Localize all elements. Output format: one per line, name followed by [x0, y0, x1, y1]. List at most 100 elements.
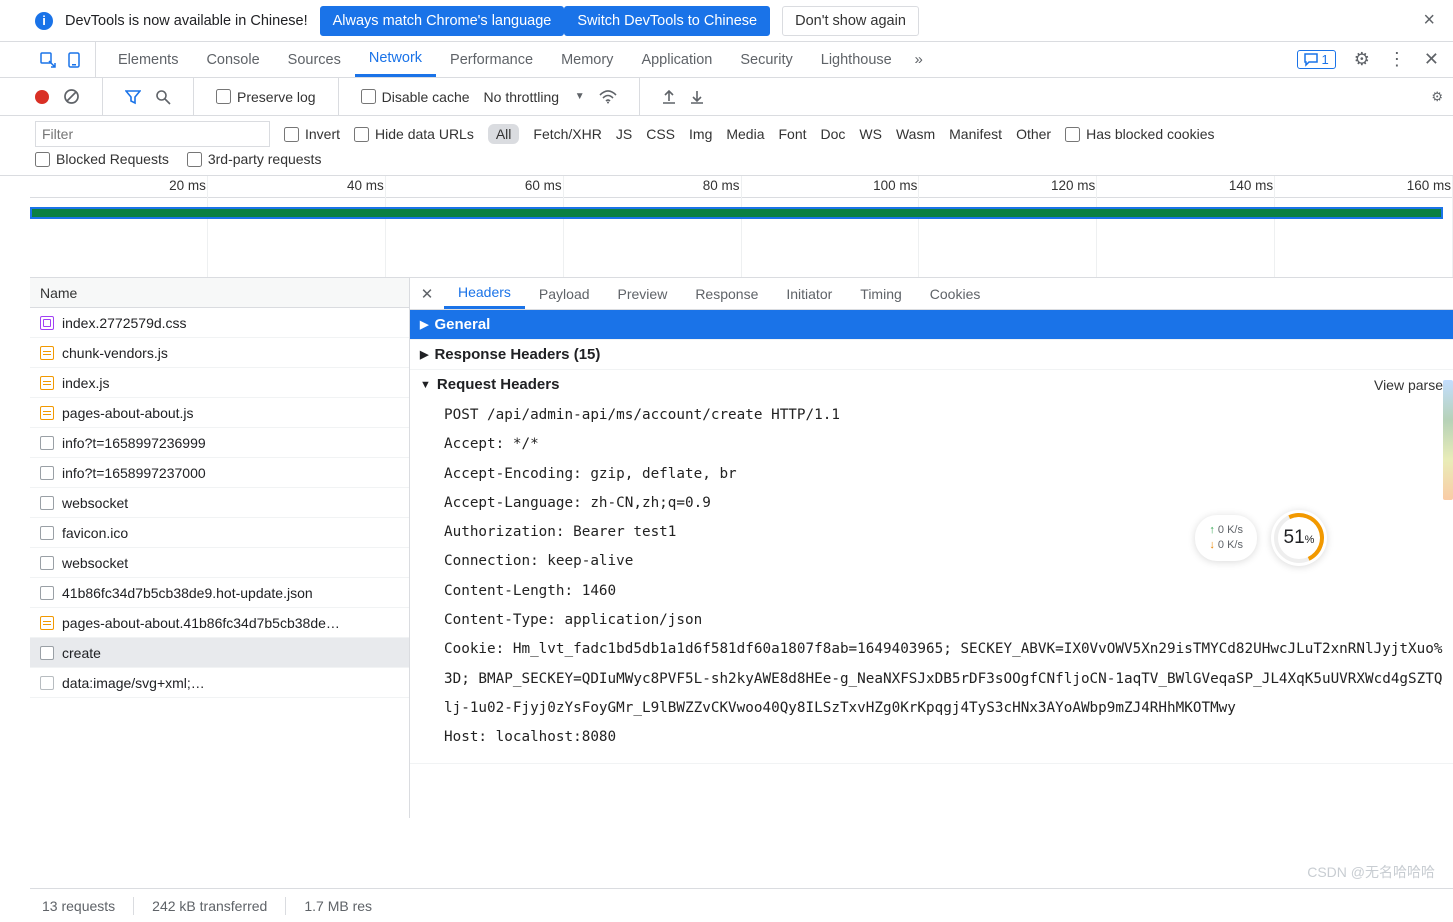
timeline-tick: 80 ms	[564, 176, 742, 197]
file-doc-icon	[40, 586, 54, 600]
device-icon[interactable]	[61, 52, 87, 68]
filter-type-ws[interactable]: WS	[859, 126, 882, 142]
speech-icon	[1304, 53, 1318, 67]
filter-input[interactable]	[35, 121, 270, 147]
filter-type-font[interactable]: Font	[779, 126, 807, 142]
close-icon[interactable]: ×	[1417, 9, 1441, 32]
filter-type-img[interactable]: Img	[689, 126, 712, 142]
filter-type-doc[interactable]: Doc	[821, 126, 846, 142]
inspect-icon[interactable]	[35, 52, 61, 68]
throttling-select[interactable]: No throttling ▼	[484, 89, 585, 105]
filter-type-media[interactable]: Media	[726, 126, 764, 142]
third-party-checkbox[interactable]: 3rd-party requests	[187, 151, 322, 167]
clear-button[interactable]	[63, 88, 80, 105]
invert-checkbox[interactable]: Invert	[284, 126, 340, 142]
switch-language-button[interactable]: Switch DevTools to Chinese	[564, 6, 770, 36]
close-details-icon[interactable]: ✕	[414, 285, 440, 303]
section-general[interactable]: ▶General	[410, 310, 1453, 340]
timeline-tick: 40 ms	[208, 176, 386, 197]
filter-row-2: Blocked Requests 3rd-party requests	[0, 147, 1453, 176]
section-request-headers[interactable]: ▼Request Headers View parse POST /api/ad…	[410, 370, 1453, 764]
name-column-header[interactable]: Name	[30, 278, 409, 308]
watermark: CSDN @无名哈哈哈	[1307, 862, 1435, 882]
system-monitor-widget: 0 K/s 0 K/s 51%	[1195, 510, 1327, 566]
network-settings-icon[interactable]: ⚙	[1431, 89, 1443, 105]
detail-tab-timing[interactable]: Timing	[846, 278, 916, 309]
request-row[interactable]: create	[30, 638, 409, 668]
detail-tab-response[interactable]: Response	[681, 278, 772, 309]
request-row[interactable]: pages-about-about.41b86fc34d7b5cb38de…	[30, 608, 409, 638]
search-icon[interactable]	[155, 89, 171, 105]
request-name: index.js	[62, 375, 109, 391]
devtools-tabs: ElementsConsoleSourcesNetworkPerformance…	[0, 42, 1453, 78]
network-conditions-icon[interactable]	[599, 90, 617, 104]
match-language-button[interactable]: Always match Chrome's language	[320, 6, 565, 36]
preserve-log-checkbox[interactable]: Preserve log	[216, 89, 316, 105]
tab-network[interactable]: Network	[355, 42, 436, 77]
dont-show-again-button[interactable]: Don't show again	[782, 6, 919, 36]
disable-cache-checkbox[interactable]: Disable cache	[361, 89, 470, 105]
request-row[interactable]: data:image/svg+xml;…	[30, 668, 409, 698]
detail-tab-payload[interactable]: Payload	[525, 278, 604, 309]
request-row[interactable]: pages-about-about.js	[30, 398, 409, 428]
request-row[interactable]: chunk-vendors.js	[30, 338, 409, 368]
detail-tabs: ✕ HeadersPayloadPreviewResponseInitiator…	[410, 278, 1453, 310]
tab-elements[interactable]: Elements	[104, 42, 192, 77]
section-response-headers[interactable]: ▶Response Headers (15)	[410, 340, 1453, 370]
file-doc-icon	[40, 496, 54, 510]
file-js-icon	[40, 376, 54, 390]
timeline-bar	[30, 207, 1443, 219]
request-row[interactable]: info?t=1658997237000	[30, 458, 409, 488]
view-parsed-link[interactable]: View parse	[1374, 377, 1443, 393]
request-row[interactable]: favicon.ico	[30, 518, 409, 548]
close-devtools-icon[interactable]: ✕	[1424, 49, 1439, 70]
timeline-tick: 100 ms	[742, 176, 920, 197]
filter-type-css[interactable]: CSS	[646, 126, 675, 142]
detail-tab-initiator[interactable]: Initiator	[772, 278, 846, 309]
filter-icon[interactable]	[125, 89, 141, 105]
file-doc-icon	[40, 526, 54, 540]
detail-tab-cookies[interactable]: Cookies	[916, 278, 995, 309]
kebab-icon[interactable]: ⋮	[1388, 49, 1406, 70]
has-blocked-cookies-checkbox[interactable]: Has blocked cookies	[1065, 126, 1214, 142]
chevron-right-icon: ▶	[420, 348, 428, 361]
export-har-icon[interactable]	[690, 89, 704, 105]
gear-icon[interactable]: ⚙	[1354, 49, 1370, 70]
tab-lighthouse[interactable]: Lighthouse	[807, 42, 906, 77]
request-row[interactable]: index.js	[30, 368, 409, 398]
tab-performance[interactable]: Performance	[436, 42, 547, 77]
tab-console[interactable]: Console	[192, 42, 273, 77]
request-row[interactable]: websocket	[30, 548, 409, 578]
filter-row: Invert Hide data URLs All Fetch/XHR JS CSS I…	[0, 116, 1453, 147]
request-name: data:image/svg+xml;…	[62, 675, 205, 691]
filter-type-wasm[interactable]: Wasm	[896, 126, 935, 142]
blocked-requests-checkbox[interactable]: Blocked Requests	[35, 151, 169, 167]
filter-type-other[interactable]: Other	[1016, 126, 1051, 142]
issues-count: 1	[1322, 52, 1329, 67]
request-row[interactable]: 41b86fc34d7b5cb38de9.hot-update.json	[30, 578, 409, 608]
issues-badge[interactable]: 1	[1297, 50, 1336, 69]
timeline-overview[interactable]: 20 ms40 ms60 ms80 ms100 ms120 ms140 ms16…	[30, 176, 1453, 278]
record-button[interactable]	[35, 90, 49, 104]
request-row[interactable]: index.2772579d.css	[30, 308, 409, 338]
request-name: favicon.ico	[62, 525, 128, 541]
tab-memory[interactable]: Memory	[547, 42, 627, 77]
request-row[interactable]: websocket	[30, 488, 409, 518]
hide-data-urls-checkbox[interactable]: Hide data URLs	[354, 126, 474, 142]
filter-type-manifest[interactable]: Manifest	[949, 126, 1002, 142]
request-name: info?t=1658997236999	[62, 435, 206, 451]
filter-type-all[interactable]: All	[488, 124, 520, 144]
tab-sources[interactable]: Sources	[274, 42, 355, 77]
more-tabs-icon[interactable]: »	[906, 51, 932, 68]
tab-application[interactable]: Application	[627, 42, 726, 77]
filter-type-js[interactable]: JS	[616, 126, 632, 142]
request-row[interactable]: info?t=1658997236999	[30, 428, 409, 458]
timeline-tick: 140 ms	[1097, 176, 1275, 197]
detail-tab-headers[interactable]: Headers	[444, 278, 525, 309]
detail-tab-preview[interactable]: Preview	[604, 278, 682, 309]
request-list: index.2772579d.csschunk-vendors.js index.…	[30, 308, 409, 818]
message-text: DevTools is now available in Chinese!	[65, 13, 308, 29]
tab-security[interactable]: Security	[726, 42, 806, 77]
import-har-icon[interactable]	[662, 89, 676, 105]
filter-type-fetchxhr[interactable]: Fetch/XHR	[533, 126, 601, 142]
